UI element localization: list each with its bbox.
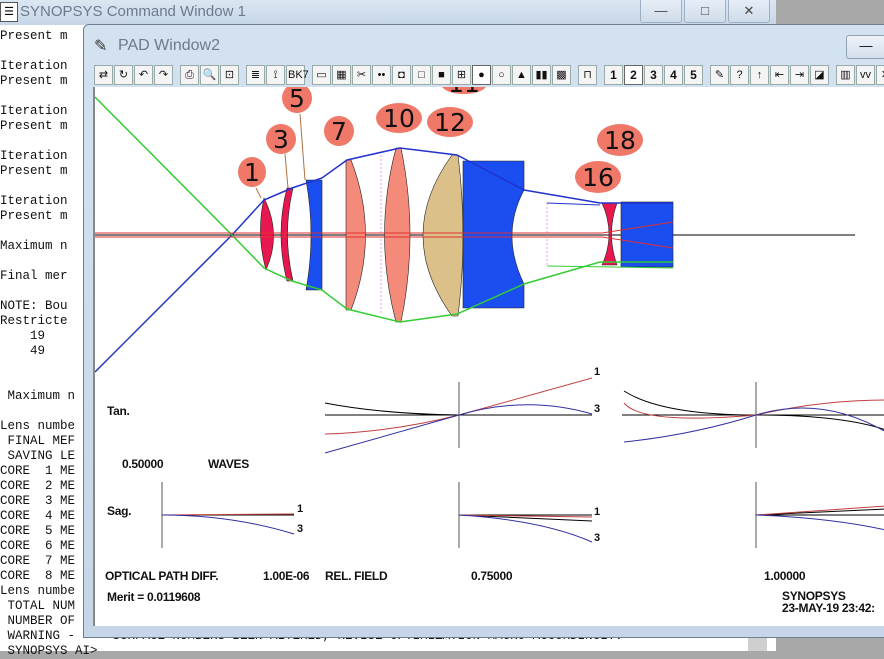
undo-icon[interactable]: ↶: [134, 65, 153, 85]
minimize-button[interactable]: —: [640, 0, 682, 23]
redo-icon[interactable]: ↷: [154, 65, 173, 85]
wavelength: 1.00E-06: [263, 569, 310, 583]
pen-icon[interactable]: ✎: [710, 65, 729, 85]
green-icon[interactable]: ◪: [810, 65, 829, 85]
sag-plot-0.75: [458, 482, 593, 548]
film-icon[interactable]: ▥: [836, 65, 855, 85]
ray-icon[interactable]: ⟟: [266, 65, 285, 85]
red-dot-icon[interactable]: ●: [472, 65, 491, 85]
lens-16: [601, 202, 618, 266]
tan-plot-0.75: [324, 377, 593, 454]
command-window-title: SYNOPSYS Command Window 1: [20, 3, 246, 20]
page-4-button[interactable]: 4: [664, 65, 683, 85]
surface-label-10: 10: [376, 103, 422, 133]
scale-icon[interactable]: ⊓: [578, 65, 597, 85]
command-line: SYNOPSYS AI>: [0, 644, 98, 658]
slider-icon[interactable]: ▭: [312, 65, 331, 85]
curve-label-3: 3: [594, 403, 600, 415]
pad-canvas[interactable]: 1 3 5 7 10 11 12 16 18: [93, 87, 884, 626]
surface-label-1: 1: [238, 157, 266, 199]
pad-window-title: PAD Window2: [118, 37, 220, 54]
adjust-icon[interactable]: ⇄: [94, 65, 113, 85]
ray-red-2: [95, 236, 674, 249]
sag-curve-label-3b: 3: [594, 532, 600, 544]
expand-icon[interactable]: ⊞: [452, 65, 471, 85]
page-3-button[interactable]: 3: [644, 65, 663, 85]
page-2-button[interactable]: 2: [624, 65, 643, 85]
sag-curve-label-1b: 1: [594, 506, 600, 518]
command-window-icon: ☰: [0, 2, 18, 22]
maximize-button[interactable]: □: [684, 0, 726, 23]
up-arrow-icon[interactable]: ↑: [750, 65, 769, 85]
dots-icon[interactable]: ••: [372, 65, 391, 85]
svg-text:5: 5: [289, 87, 305, 113]
rel-field-label: REL. FIELD: [325, 569, 388, 583]
page-1-button[interactable]: 1: [604, 65, 623, 85]
sag-plot-0.5: [161, 482, 295, 548]
rotate-icon[interactable]: ↻: [114, 65, 133, 85]
command-window-titlebar[interactable]: ☰ SYNOPSYS Command Window 1 — □ ✕: [0, 0, 776, 25]
surface-label-12: 12: [427, 107, 473, 137]
lens-block-18: [620, 201, 674, 268]
surface-label-11: 11: [442, 87, 486, 98]
lens-list-icon[interactable]: ≣: [246, 65, 265, 85]
field-0.75: 0.75000: [471, 569, 513, 583]
sag-plot-1.0: [755, 482, 884, 548]
plot-type: OPTICAL PATH DIFF.: [105, 569, 219, 583]
sag-label: Sag.: [107, 504, 132, 518]
field-1.0: 1.00000: [764, 569, 806, 583]
print-icon[interactable]: ⎙: [180, 65, 199, 85]
close-x-icon[interactable]: ✕: [876, 65, 884, 85]
tan-label: Tan.: [107, 404, 130, 418]
sag-curve-label-1: 1: [297, 503, 303, 515]
lens-12: [422, 154, 464, 317]
right-bar-icon[interactable]: ⇥: [790, 65, 809, 85]
svg-text:7: 7: [331, 117, 347, 146]
left-bar-icon[interactable]: ⇤: [770, 65, 789, 85]
svg-text:16: 16: [582, 163, 614, 192]
surface-label-3: 3: [266, 124, 296, 189]
camera-icon[interactable]: ◘: [392, 65, 411, 85]
sag-curve-label-3: 3: [297, 523, 303, 535]
mountain-icon[interactable]: ▲: [512, 65, 531, 85]
svg-text:12: 12: [434, 108, 466, 137]
fit-icon[interactable]: ⊡: [220, 65, 239, 85]
datetime: 23-MAY-19 23:42:: [782, 601, 875, 615]
bars-icon[interactable]: ▮▮: [532, 65, 551, 85]
texture-icon[interactable]: ▩: [552, 65, 571, 85]
lens-drawing: 1 3 5 7 10 11 12 16 18: [95, 87, 884, 548]
svg-text:18: 18: [604, 126, 636, 155]
ray-red-1: [95, 221, 674, 234]
tan-plot-1.0: [622, 382, 884, 448]
surface-label-7: 7: [324, 116, 354, 146]
svg-text:10: 10: [383, 104, 415, 133]
ray-blue-2: [546, 202, 601, 206]
vv-icon[interactable]: vv: [856, 65, 875, 85]
glass-icon[interactable]: BK7: [286, 65, 309, 85]
pad-toolbar: ⇄ ↻ ↶ ↷ ⎙ 🔍 ⊡ ≣ ⟟ BK7 ▭ ▦ ✂ •• ◘ □ ■ ⊞ ● ○ ▲ ▮▮ ▩ ⊓ 1 2 3 4 5 ✎? ↑ ⇤ ⇥ ◪ ▥…: [94, 63, 884, 87]
help-icon[interactable]: ?: [730, 65, 749, 85]
pad-minimize-button[interactable]: —: [846, 35, 884, 59]
ruler-icon[interactable]: ▦: [332, 65, 351, 85]
svg-text:1: 1: [244, 158, 260, 187]
white-box-icon[interactable]: □: [412, 65, 431, 85]
lens-1: [260, 197, 274, 271]
pad-window-icon: ✎: [94, 38, 108, 55]
lens-10: [384, 147, 411, 323]
scissors-icon[interactable]: ✂: [352, 65, 371, 85]
scale-value: 0.50000: [122, 457, 164, 471]
close-button[interactable]: ✕: [728, 0, 770, 23]
black-box-icon[interactable]: ■: [432, 65, 451, 85]
surface-label-18: 18: [597, 124, 643, 156]
page-5-button[interactable]: 5: [684, 65, 703, 85]
scale-unit: WAVES: [208, 457, 249, 471]
svg-text:3: 3: [273, 125, 289, 154]
surface-label-16: 16: [575, 161, 621, 193]
circle-icon[interactable]: ○: [492, 65, 511, 85]
merit-value: Merit = 0.0119608: [107, 590, 201, 604]
svg-text:11: 11: [448, 87, 480, 98]
lens-7: [345, 159, 366, 311]
curve-label-1: 1: [594, 366, 600, 378]
zoom-icon[interactable]: 🔍: [200, 65, 219, 85]
